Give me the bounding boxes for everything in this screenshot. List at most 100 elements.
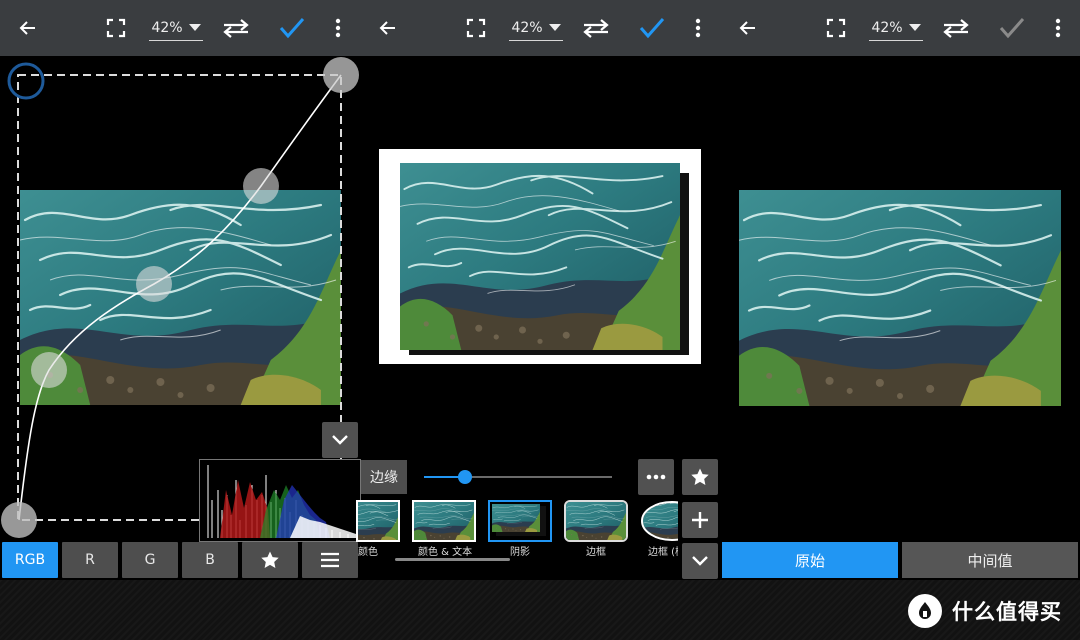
value-logo-icon — [919, 602, 931, 619]
watermark: 什么值得买 — [908, 594, 1062, 628]
star-icon — [691, 468, 709, 485]
thumb-label-border: 边框 — [586, 547, 606, 558]
chevron-down-icon — [332, 435, 348, 445]
compare-swap-button[interactable] — [216, 0, 256, 56]
thumb-label-color-text: 颜色 & 文本 — [418, 547, 473, 558]
fullscreen-icon — [466, 18, 486, 38]
fullscreen-icon — [826, 18, 846, 38]
chevron-down-icon — [692, 556, 708, 566]
apply-button[interactable] — [632, 0, 672, 56]
channel-r-button[interactable]: R — [62, 542, 118, 578]
zoom-dropdown[interactable]: 42% — [507, 0, 565, 56]
thumb-image — [414, 502, 474, 540]
watermark-text: 什么值得买 — [952, 600, 1062, 624]
thumb-label-border-ellipse: 边框 (椭 — [648, 547, 678, 558]
thumb-label-color: 颜色 — [358, 547, 378, 558]
overflow-menu-button[interactable] — [322, 0, 354, 56]
overflow-menu-button[interactable] — [1042, 0, 1074, 56]
intermediate-button[interactable]: 中间值 — [902, 542, 1078, 578]
collapse-curves-button[interactable] — [322, 422, 358, 458]
frame-thumb-color[interactable] — [356, 500, 400, 542]
thumb-image — [358, 502, 398, 540]
swap-arrows-icon — [223, 19, 249, 38]
favorite-button[interactable] — [682, 459, 718, 495]
eyedropper-target-icon[interactable] — [7, 62, 45, 100]
more-vertical-icon — [1055, 18, 1061, 38]
fullscreen-button[interactable] — [96, 0, 136, 56]
curve-point-midtones[interactable] — [136, 266, 172, 302]
thumb-scroll-indicator — [395, 558, 510, 561]
original-button[interactable]: 原始 — [722, 542, 898, 578]
original-label: 原始 — [794, 551, 825, 570]
top-toolbar: 42% — [0, 0, 360, 56]
check-icon — [279, 18, 305, 39]
channel-g-label: G — [144, 552, 156, 568]
edge-slider[interactable] — [424, 470, 612, 484]
compare-swap-button[interactable] — [936, 0, 976, 56]
check-icon — [639, 18, 665, 39]
channel-g-button[interactable]: G — [122, 542, 178, 578]
zoom-level: 42% — [511, 19, 543, 36]
fullscreen-icon — [106, 18, 126, 38]
more-options-button[interactable] — [638, 459, 674, 495]
histogram — [199, 459, 361, 542]
thumb-image — [641, 501, 678, 541]
histogram-graph — [207, 465, 358, 538]
more-horizontal-icon — [646, 474, 666, 480]
swap-arrows-icon — [943, 19, 969, 38]
favorite-button[interactable] — [242, 542, 298, 578]
bottom-background — [0, 580, 360, 640]
edge-setting-text: 边缘 — [370, 470, 398, 486]
back-button[interactable] — [368, 0, 408, 56]
curves-panel: 42% RGB R G B — [0, 0, 360, 640]
watermark-logo — [908, 594, 942, 628]
zoom-level: 42% — [151, 19, 183, 36]
apply-button-disabled[interactable] — [992, 0, 1032, 56]
apply-button[interactable] — [272, 0, 312, 56]
channel-rgb-button[interactable]: RGB — [2, 542, 58, 578]
thumb-image — [566, 502, 626, 540]
caret-down-icon — [188, 24, 201, 31]
back-arrow-icon — [739, 21, 755, 35]
collapse-frames-button[interactable] — [682, 543, 718, 579]
back-arrow-icon — [379, 21, 395, 35]
curve-point-black[interactable] — [1, 502, 37, 538]
frame-thumb-border[interactable] — [564, 500, 628, 542]
channel-rgb-label: RGB — [14, 552, 46, 568]
overflow-menu-button[interactable] — [682, 0, 714, 56]
original-photo — [739, 190, 1061, 406]
zoom-dropdown[interactable]: 42% — [147, 0, 205, 56]
thumb-label-shadow: 阴影 — [510, 547, 530, 558]
intermediate-label: 中间值 — [967, 551, 1013, 570]
add-frame-button[interactable] — [682, 502, 718, 538]
channel-b-label: B — [205, 552, 215, 568]
fullscreen-button[interactable] — [816, 0, 856, 56]
menu-icon — [321, 552, 339, 568]
frame-thumb-shadow[interactable] — [488, 500, 552, 542]
frame-thumb-color-text[interactable] — [412, 500, 476, 542]
top-toolbar: 42% — [360, 0, 720, 56]
curve-point-white[interactable] — [323, 57, 359, 93]
check-icon — [999, 18, 1025, 39]
back-button[interactable] — [728, 0, 768, 56]
more-vertical-icon — [335, 18, 341, 38]
compare-swap-button[interactable] — [576, 0, 616, 56]
bottom-background — [360, 580, 720, 640]
more-vertical-icon — [695, 18, 701, 38]
back-arrow-icon — [19, 21, 35, 35]
zoom-level: 42% — [871, 19, 903, 36]
edge-setting-label[interactable]: 边缘 — [361, 460, 407, 494]
frame-thumb-border-ellipse[interactable] — [640, 500, 678, 542]
back-button[interactable] — [8, 0, 48, 56]
swap-arrows-icon — [583, 19, 609, 38]
curve-point-shadows[interactable] — [31, 352, 67, 388]
caret-down-icon — [548, 24, 561, 31]
channel-b-button[interactable]: B — [182, 542, 238, 578]
star-icon — [261, 551, 279, 568]
fullscreen-button[interactable] — [456, 0, 496, 56]
zoom-dropdown[interactable]: 42% — [867, 0, 925, 56]
presets-menu-button[interactable] — [302, 542, 358, 578]
curve-point-highlights[interactable] — [243, 168, 279, 204]
thumb-image — [492, 504, 540, 532]
caret-down-icon — [908, 24, 921, 31]
